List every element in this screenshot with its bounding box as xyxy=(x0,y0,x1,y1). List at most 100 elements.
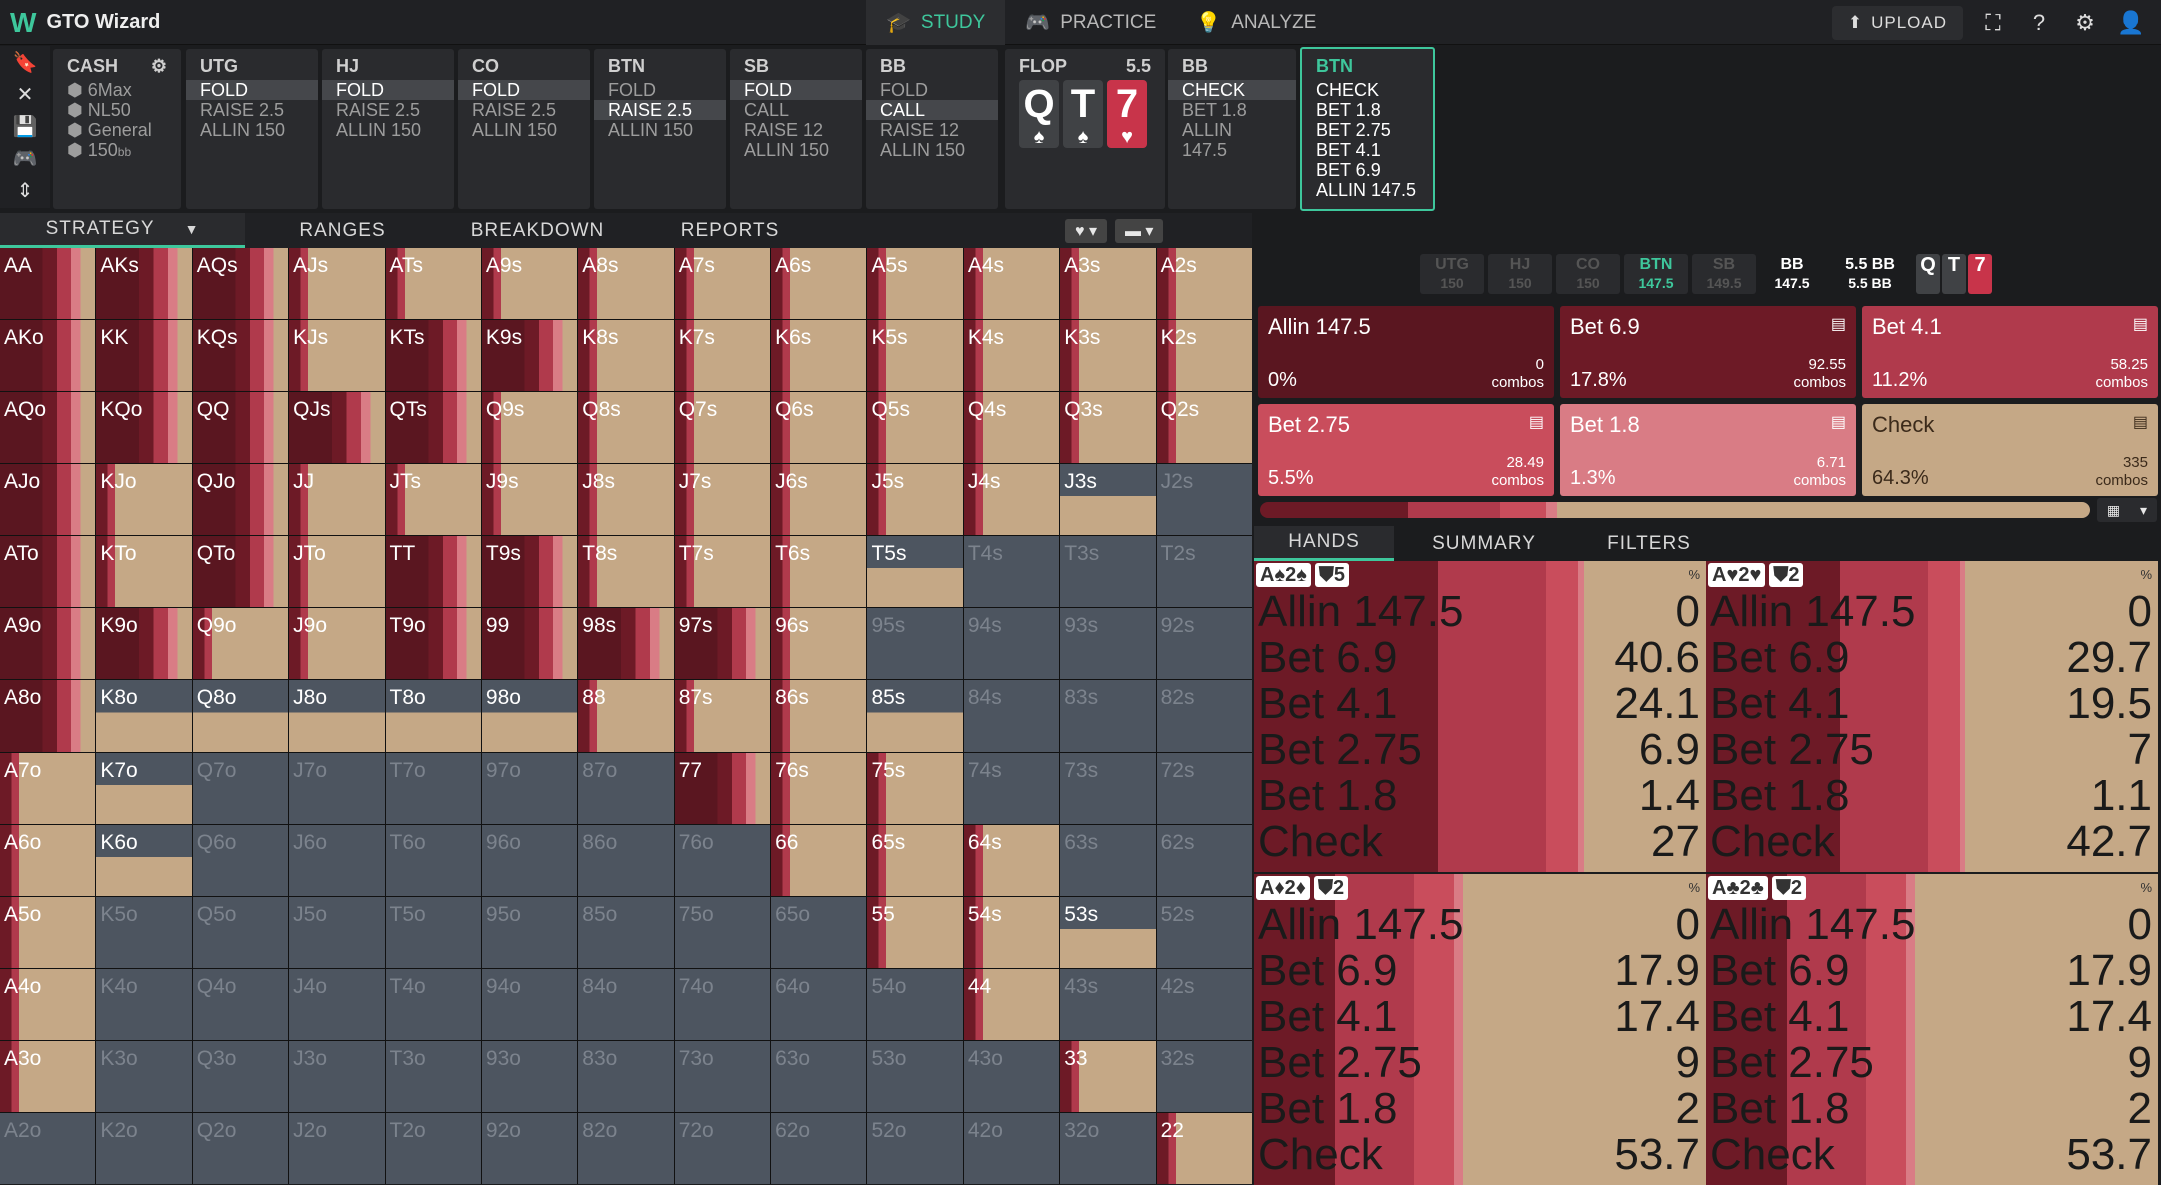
hand-cell[interactable]: J9o xyxy=(289,608,385,680)
hand-cell[interactable]: Q7s xyxy=(674,392,771,464)
flop-panel[interactable]: FLOP 5.5 Q ♠ T ♠ 7 ♥ xyxy=(1005,49,1165,209)
bb-action-bet[interactable]: BET 1.8 xyxy=(1182,100,1282,120)
tab-strategy[interactable]: STRATEGY ▼ xyxy=(0,213,245,248)
player-panel-co[interactable]: CO FOLD RAISE 2.5 ALLIN 150 xyxy=(458,49,590,209)
hand-cell[interactable]: 54s xyxy=(963,896,1060,968)
btn-action-bet-2-75[interactable]: BET 2.75 xyxy=(1316,120,1419,140)
hand-cell[interactable]: 82s xyxy=(1156,680,1252,752)
hand-cell[interactable]: 66 xyxy=(771,824,867,896)
note-icon[interactable]: ▤ xyxy=(1831,314,1846,334)
hand-cell[interactable]: QJs xyxy=(289,392,385,464)
hand-box[interactable]: A♦2♦ ⛊ 2% Allin 147.5 0 Bet 6.9 17.9 Bet 4.1 17… xyxy=(1254,874,1706,1185)
hand-cell[interactable]: A5s xyxy=(867,248,963,320)
hand-cell[interactable]: J3s xyxy=(1060,464,1156,536)
hand-cell[interactable]: QJo xyxy=(192,464,289,536)
hand-cell[interactable]: K2s xyxy=(1156,320,1252,392)
position-hj[interactable]: HJ 150 xyxy=(1488,254,1552,294)
hand-cell[interactable]: 73o xyxy=(674,1040,771,1112)
hand-cell[interactable]: AA xyxy=(0,248,96,320)
hand-cell[interactable]: 83o xyxy=(578,1040,674,1112)
hand-box[interactable]: A♣2♣ ⛊ 2% Allin 147.5 0 Bet 6.9 17.9 Bet 4.1 17… xyxy=(1706,874,2158,1185)
hand-cell[interactable]: Q4o xyxy=(192,968,289,1040)
hand-cell[interactable]: T2s xyxy=(1156,536,1252,608)
hand-cell[interactable]: T5o xyxy=(385,896,481,968)
player-action[interactable]: FOLD xyxy=(608,80,712,100)
btn-action-bet-1-8[interactable]: BET 1.8 xyxy=(1316,100,1419,120)
save-icon[interactable]: 💾 xyxy=(0,110,50,142)
hand-cell[interactable]: QTo xyxy=(192,536,289,608)
hand-cell[interactable]: Q3o xyxy=(192,1040,289,1112)
hand-cell[interactable]: A9o xyxy=(0,608,96,680)
account-icon[interactable]: 👤 xyxy=(2115,7,2147,39)
gear-icon[interactable]: ⚙ xyxy=(151,56,167,77)
hand-cell[interactable]: A6s xyxy=(771,248,867,320)
btn-action-bet-4-1[interactable]: BET 4.1 xyxy=(1316,140,1419,160)
player-action[interactable]: FOLD xyxy=(322,80,454,100)
hand-cell[interactable]: J3o xyxy=(289,1040,385,1112)
hand-box[interactable]: A♥2♥ ⛊ 2% Allin 147.5 0 Bet 6.9 29.7 Bet 4.1 19… xyxy=(1706,561,2158,872)
action-box-2[interactable]: Bet 4.1 ▤ 11.2% 58.25 combos xyxy=(1862,306,2158,398)
hand-cell[interactable]: K9o xyxy=(96,608,192,680)
hand-cell[interactable]: 52s xyxy=(1156,896,1252,968)
hand-cell[interactable]: 65s xyxy=(867,824,963,896)
hand-cell[interactable]: QQ xyxy=(192,392,289,464)
hand-cell[interactable]: K4s xyxy=(963,320,1060,392)
hand-cell[interactable]: AKs xyxy=(96,248,192,320)
hand-cell[interactable]: T3s xyxy=(1060,536,1156,608)
layout-icon[interactable]: ▬ ▾ xyxy=(1114,218,1164,243)
hand-cell[interactable]: J5s xyxy=(867,464,963,536)
bb-postflop-panel[interactable]: BB CHECK BET 1.8 ALLIN 147.5 xyxy=(1168,49,1296,209)
player-action[interactable]: ALLIN 150 xyxy=(336,120,440,140)
hand-cell[interactable]: 75o xyxy=(674,896,771,968)
hand-cell[interactable]: ATs xyxy=(385,248,481,320)
hand-cell[interactable]: A8s xyxy=(578,248,674,320)
position-btn[interactable]: BTN 147.5 xyxy=(1624,254,1688,294)
hand-cell[interactable]: KJs xyxy=(289,320,385,392)
hand-cell[interactable]: K8s xyxy=(578,320,674,392)
action-box-0[interactable]: Allin 147.5 0% 0 combos xyxy=(1258,306,1554,398)
hand-cell[interactable]: Q7o xyxy=(192,752,289,824)
hand-cell[interactable]: Q6s xyxy=(771,392,867,464)
hand-cell[interactable]: QTs xyxy=(385,392,481,464)
hand-cell[interactable]: A8o xyxy=(0,680,96,752)
hand-cell[interactable]: T4s xyxy=(963,536,1060,608)
bookmark-icon[interactable]: 🔖 xyxy=(0,46,50,78)
hand-cell[interactable]: A7s xyxy=(674,248,771,320)
hand-cell[interactable]: 95o xyxy=(481,896,578,968)
hand-cell[interactable]: 62o xyxy=(771,1112,867,1184)
note-icon[interactable]: ▤ xyxy=(1831,412,1846,432)
hand-cell[interactable]: J8s xyxy=(578,464,674,536)
player-panel-utg[interactable]: UTG FOLD RAISE 2.5 ALLIN 150 xyxy=(186,49,318,209)
gamepad-icon[interactable]: 🎮 xyxy=(0,142,50,174)
player-action[interactable]: ALLIN 150 xyxy=(472,120,576,140)
hand-cell[interactable]: KK xyxy=(96,320,192,392)
player-panel-btn[interactable]: BTN FOLD RAISE 2.5 ALLIN 150 xyxy=(594,49,726,209)
hand-cell[interactable]: 75s xyxy=(867,752,963,824)
hand-cell[interactable]: Q6o xyxy=(192,824,289,896)
hand-cell[interactable]: 96o xyxy=(481,824,578,896)
hand-cell[interactable]: 93o xyxy=(481,1040,578,1112)
player-action[interactable]: FOLD xyxy=(186,80,318,100)
hand-cell[interactable]: 82o xyxy=(578,1112,674,1184)
player-action[interactable]: FOLD xyxy=(730,80,862,100)
tab-hands[interactable]: HANDS xyxy=(1254,526,1394,561)
hand-cell[interactable]: A6o xyxy=(0,824,96,896)
position-co[interactable]: CO 150 xyxy=(1556,254,1620,294)
hand-cell[interactable]: 86o xyxy=(578,824,674,896)
hand-cell[interactable]: KTs xyxy=(385,320,481,392)
tab-summary[interactable]: SUMMARY xyxy=(1394,526,1574,561)
hand-cell[interactable]: 84o xyxy=(578,968,674,1040)
tab-ranges[interactable]: RANGES xyxy=(245,213,440,248)
hand-cell[interactable]: 94s xyxy=(963,608,1060,680)
hand-cell[interactable]: 85s xyxy=(867,680,963,752)
hand-cell[interactable]: 94o xyxy=(481,968,578,1040)
player-panel-bb[interactable]: BB FOLD CALL RAISE 12 ALLIN 150 xyxy=(866,49,998,209)
hand-cell[interactable]: ATo xyxy=(0,536,96,608)
hand-cell[interactable]: J9s xyxy=(481,464,578,536)
hand-cell[interactable]: J7o xyxy=(289,752,385,824)
hand-cell[interactable]: 42s xyxy=(1156,968,1252,1040)
player-action[interactable]: FOLD xyxy=(880,80,984,100)
nav-analyze[interactable]: 💡 ANALYZE xyxy=(1176,0,1336,45)
hand-cell[interactable]: Q3s xyxy=(1060,392,1156,464)
bb-action-check[interactable]: CHECK xyxy=(1168,80,1296,100)
